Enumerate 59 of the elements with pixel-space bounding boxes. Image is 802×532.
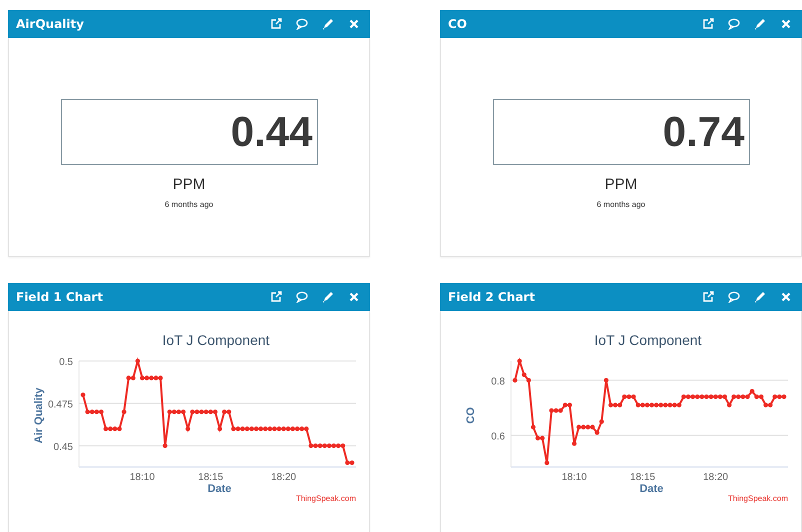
- axis-tick-label: 18:20: [703, 472, 728, 483]
- data-point: [517, 358, 522, 364]
- axis-tick-label: 18:10: [562, 472, 587, 483]
- panel-title: Field 1 Chart: [16, 290, 103, 304]
- close-icon[interactable]: [780, 18, 792, 30]
- speech-bubble-icon[interactable]: [296, 291, 308, 303]
- close-icon[interactable]: [348, 18, 360, 30]
- data-point: [186, 426, 190, 432]
- external-link-icon[interactable]: [702, 291, 714, 303]
- axis-tick-label: 0.6: [491, 431, 505, 442]
- credit-link[interactable]: ThingSpeak.com: [728, 494, 788, 503]
- speech-bubble-icon[interactable]: [728, 291, 740, 303]
- external-link-icon[interactable]: [270, 291, 282, 303]
- data-point: [162, 444, 168, 448]
- axis-tick-label: 0.8: [491, 376, 505, 388]
- data-point: [599, 419, 604, 424]
- axis-title: CO: [465, 407, 477, 424]
- data-point: [217, 426, 222, 432]
- pencil-icon[interactable]: [322, 18, 334, 30]
- axis-tick-label: 0.475: [48, 399, 73, 410]
- pencil-icon[interactable]: [754, 291, 766, 303]
- chart-title: IoT J Component: [594, 332, 702, 348]
- data-point: [727, 402, 732, 408]
- axis-tick-label: 18:15: [630, 472, 656, 483]
- credit-link[interactable]: ThingSpeak.com: [296, 494, 356, 503]
- axis-tick-label: 0.5: [59, 357, 73, 368]
- data-point: [530, 424, 536, 430]
- panel-title: Field 2 Chart: [448, 290, 535, 304]
- axis-tick-label: 0.45: [54, 442, 73, 453]
- external-link-icon[interactable]: [702, 18, 714, 30]
- reading-value: 0.74: [662, 108, 744, 156]
- data-point: [544, 460, 550, 466]
- axis-title: Date: [640, 483, 664, 495]
- axis-tick-label: 18:10: [130, 472, 155, 483]
- axis-tick-label: 18:15: [198, 472, 224, 483]
- speech-bubble-icon[interactable]: [728, 18, 740, 30]
- timestamp: 6 months ago: [164, 200, 214, 209]
- unit-label: PPM: [604, 176, 638, 193]
- reading-value: 0.44: [230, 108, 312, 156]
- axis-tick-label: 18:20: [271, 472, 296, 483]
- pencil-icon[interactable]: [754, 18, 766, 30]
- panel-title: CO: [448, 17, 468, 31]
- axis-title: Air Quality: [33, 388, 45, 444]
- axis-title: Date: [208, 483, 232, 495]
- chart-title: IoT J Component: [162, 332, 270, 348]
- data-point: [512, 378, 518, 383]
- close-icon[interactable]: [348, 291, 360, 303]
- speech-bubble-icon[interactable]: [296, 18, 308, 30]
- data-point: [122, 410, 126, 414]
- data-point: [572, 441, 577, 446]
- data-point: [604, 378, 608, 383]
- close-icon[interactable]: [780, 291, 792, 303]
- panel-title: AirQuality: [16, 17, 84, 31]
- data-point: [80, 392, 86, 398]
- timestamp: 6 months ago: [596, 200, 646, 209]
- data-point: [135, 358, 140, 364]
- unit-label: PPM: [172, 176, 206, 193]
- pencil-icon[interactable]: [322, 291, 334, 303]
- external-link-icon[interactable]: [270, 18, 282, 30]
